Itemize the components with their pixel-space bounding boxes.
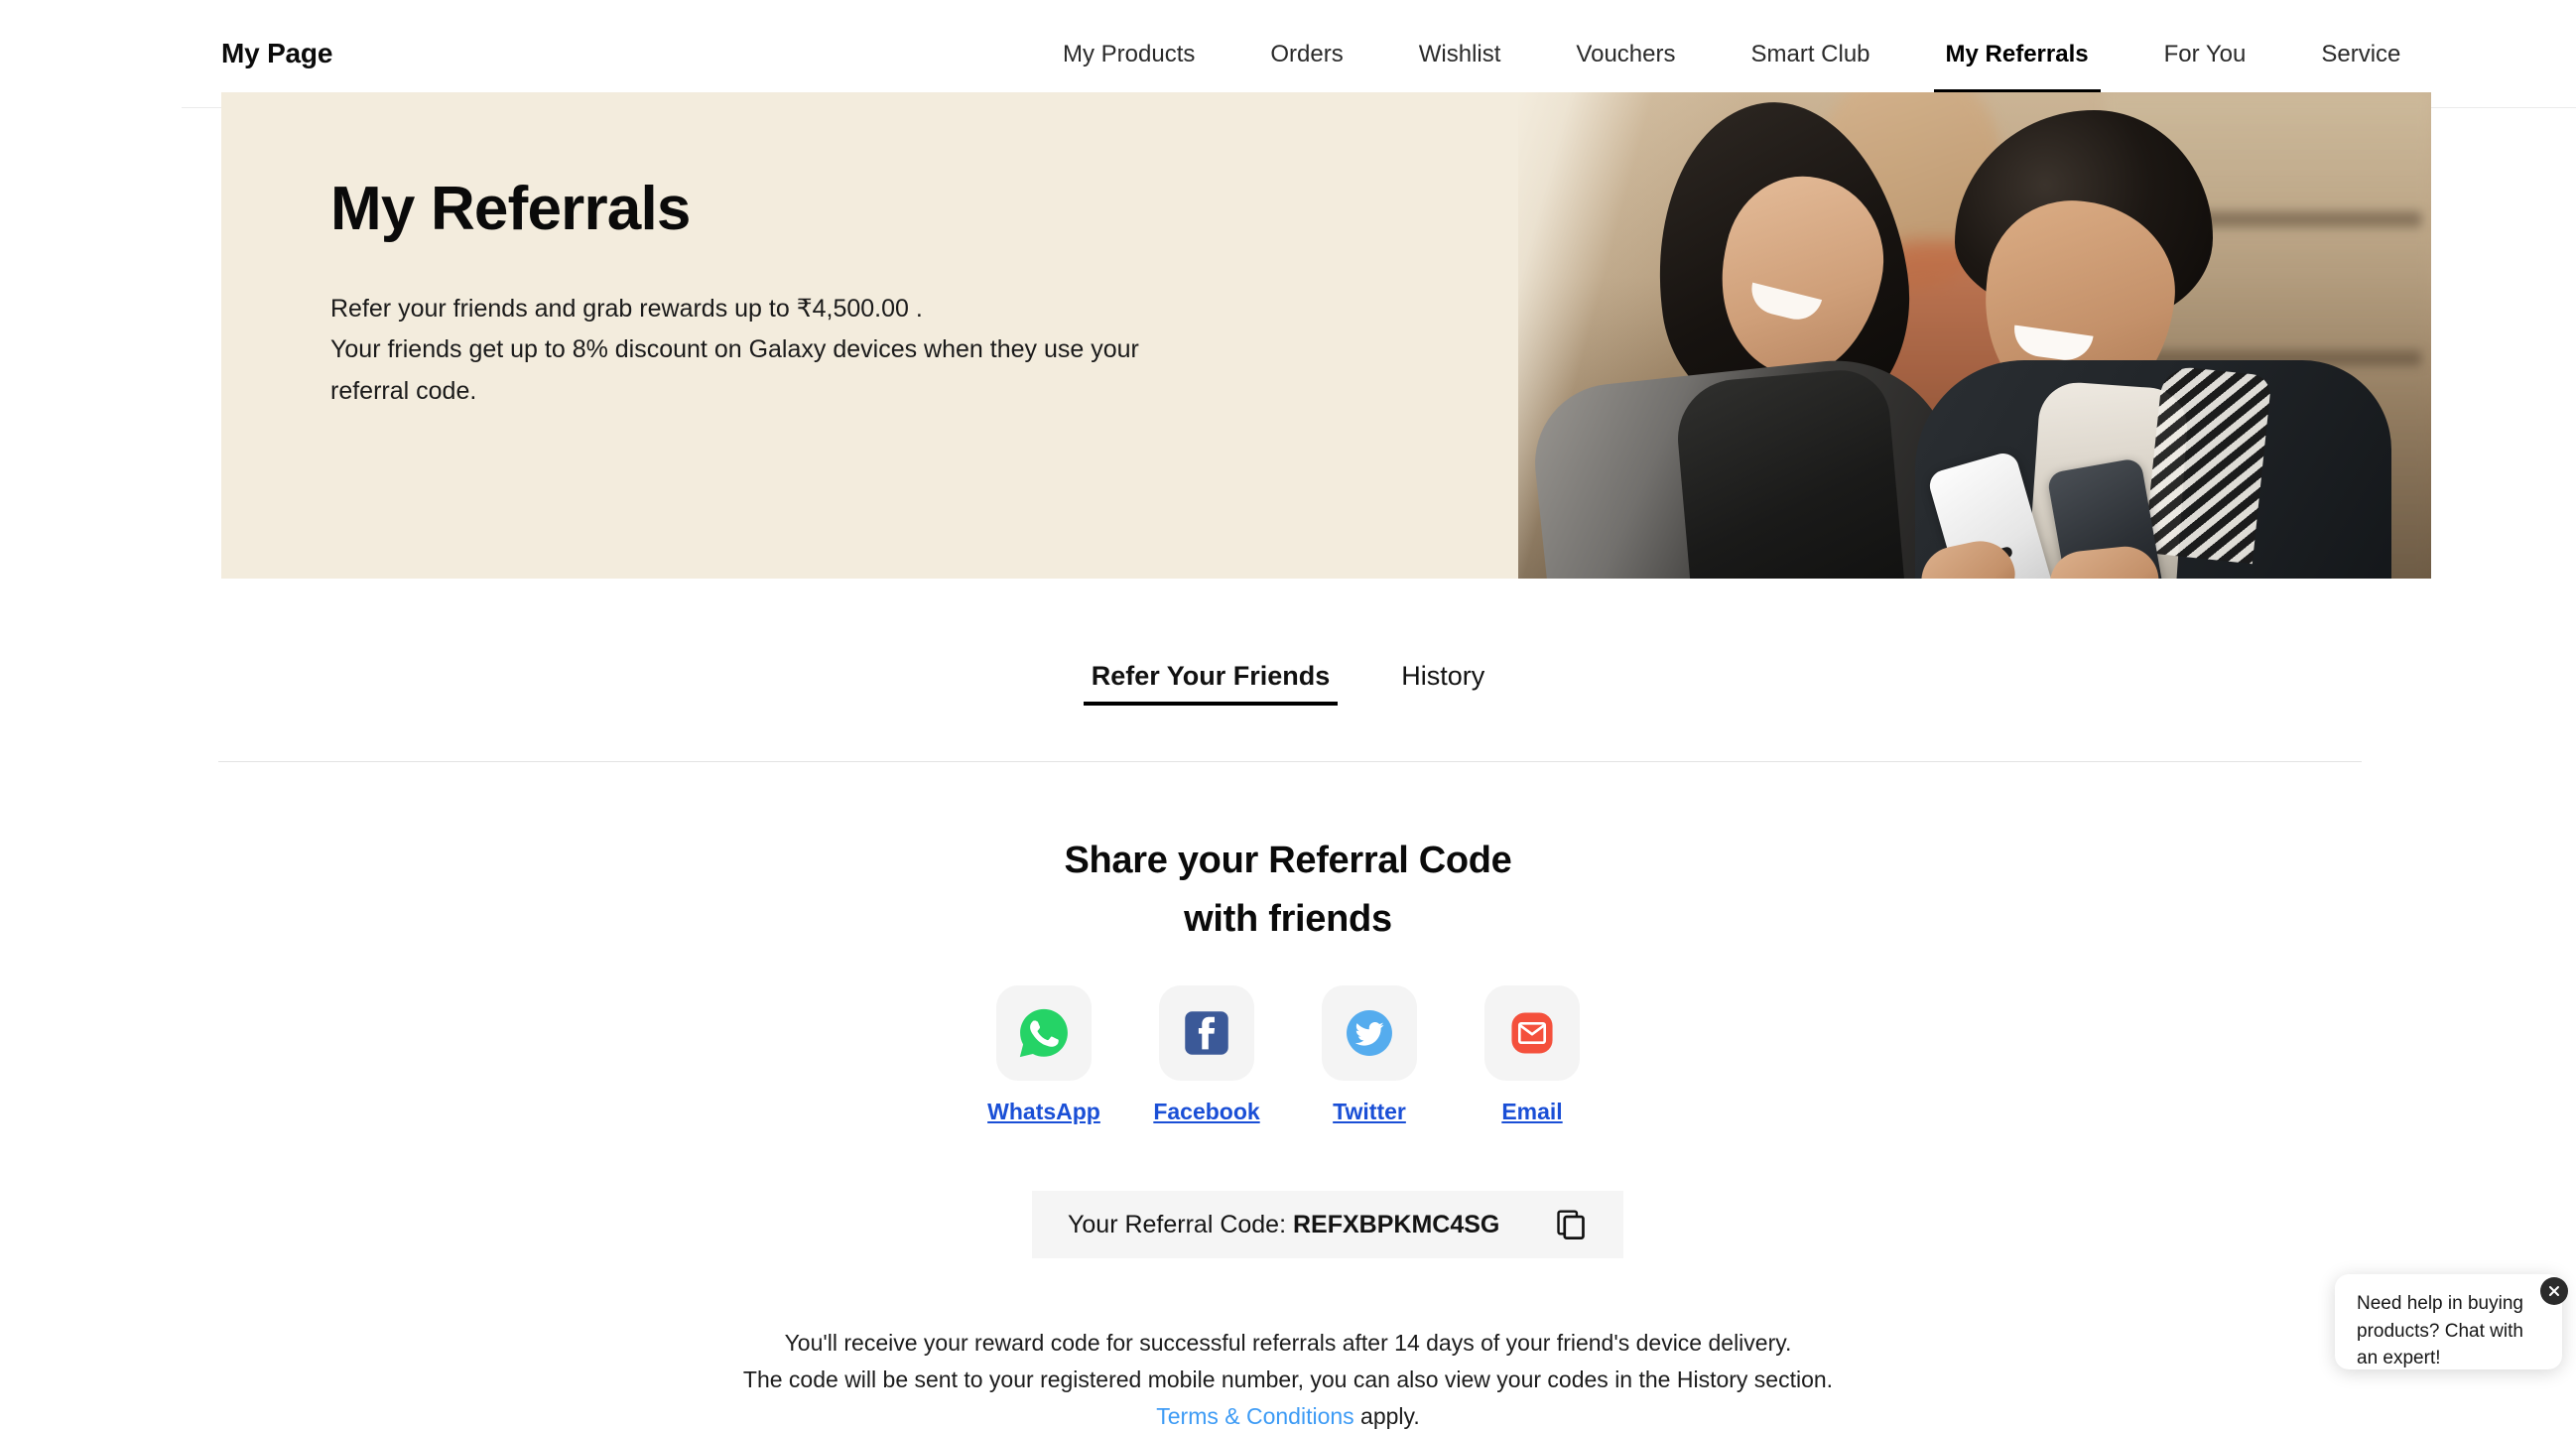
referral-code-text: Your Referral Code: REFXBPKMC4SG xyxy=(1068,1211,1499,1239)
disclaimer-line-3: Terms & Conditions apply. xyxy=(0,1398,2576,1431)
hero-copy: My Referrals Refer your friends and grab… xyxy=(330,177,1343,412)
chat-widget[interactable]: Need help in buying products? Chat with … xyxy=(2335,1274,2568,1369)
referral-code-value: REFXBPKMC4SG xyxy=(1293,1210,1500,1238)
hero-title: My Referrals xyxy=(330,175,691,243)
facebook-tile xyxy=(1159,985,1254,1081)
share-label-email: Email xyxy=(1501,1099,1563,1124)
facebook-icon xyxy=(1185,1011,1228,1055)
share-label-whatsapp: WhatsApp xyxy=(987,1099,1100,1124)
apply-text: apply. xyxy=(1353,1402,1420,1429)
tab-history[interactable]: History xyxy=(1393,655,1492,706)
content-tabs: Refer Your Friends History xyxy=(0,655,2576,706)
disclaimer-line-1: You'll receive your reward code for succ… xyxy=(784,1330,1792,1356)
share-button-whatsapp[interactable]: WhatsApp xyxy=(987,985,1100,1125)
hero-person-woman-vest xyxy=(1673,366,1904,579)
page-root: My Page My Products Orders Wishlist Vouc… xyxy=(0,0,2576,1431)
referral-code-box: Your Referral Code: REFXBPKMC4SG xyxy=(1032,1191,1623,1258)
close-icon xyxy=(2549,1286,2559,1296)
share-title-line-1: Share your Referral Code xyxy=(1064,840,1512,881)
referral-disclaimer: You'll receive your reward code for succ… xyxy=(0,1325,2576,1431)
share-button-email[interactable]: Email xyxy=(1478,985,1587,1125)
page-title: My Page xyxy=(221,38,333,68)
copy-code-button[interactable] xyxy=(1548,1202,1594,1247)
terms-and-conditions-link[interactable]: Terms & Conditions xyxy=(1156,1403,1353,1429)
disclaimer-line-2: The code will be sent to your registered… xyxy=(742,1366,1834,1392)
share-button-facebook[interactable]: Facebook xyxy=(1152,985,1261,1125)
hero-subtitle-line-2: Your friends get up to 8% discount on Ga… xyxy=(330,335,1139,364)
hero-subtitle-line-1: Refer your friends and grab rewards up t… xyxy=(330,295,923,324)
share-button-twitter[interactable]: Twitter xyxy=(1315,985,1424,1125)
email-icon xyxy=(1511,1012,1553,1054)
copy-icon xyxy=(1557,1210,1585,1239)
referral-code-label: Your Referral Code: xyxy=(1068,1210,1287,1238)
email-tile xyxy=(1484,985,1580,1081)
hero-subtitle-line-3: referral code. xyxy=(330,376,477,405)
tabs-divider xyxy=(218,761,2362,762)
share-title-line-2: with friends xyxy=(1184,897,1392,940)
hero-person-man-jacket-pattern xyxy=(2143,364,2272,565)
whatsapp-icon xyxy=(1019,1008,1068,1058)
chat-widget-message: Need help in buying products? Chat with … xyxy=(2357,1293,2523,1369)
share-label-twitter: Twitter xyxy=(1333,1099,1406,1124)
twitter-tile xyxy=(1322,985,1417,1081)
share-label-facebook: Facebook xyxy=(1153,1099,1260,1124)
hero-banner: My Referrals Refer your friends and grab… xyxy=(221,92,2431,579)
share-section-title: Share your Referral Code with friends xyxy=(0,832,2576,949)
chat-close-button[interactable] xyxy=(2540,1277,2568,1305)
share-channels: WhatsApp Facebook Twitter Email xyxy=(0,985,2576,1125)
twitter-icon xyxy=(1347,1010,1392,1056)
tab-refer-your-friends[interactable]: Refer Your Friends xyxy=(1083,655,1339,706)
hero-subtitle: Refer your friends and grab rewards up t… xyxy=(330,289,1343,412)
whatsapp-tile xyxy=(996,985,1092,1081)
hero-photo xyxy=(1518,92,2431,579)
